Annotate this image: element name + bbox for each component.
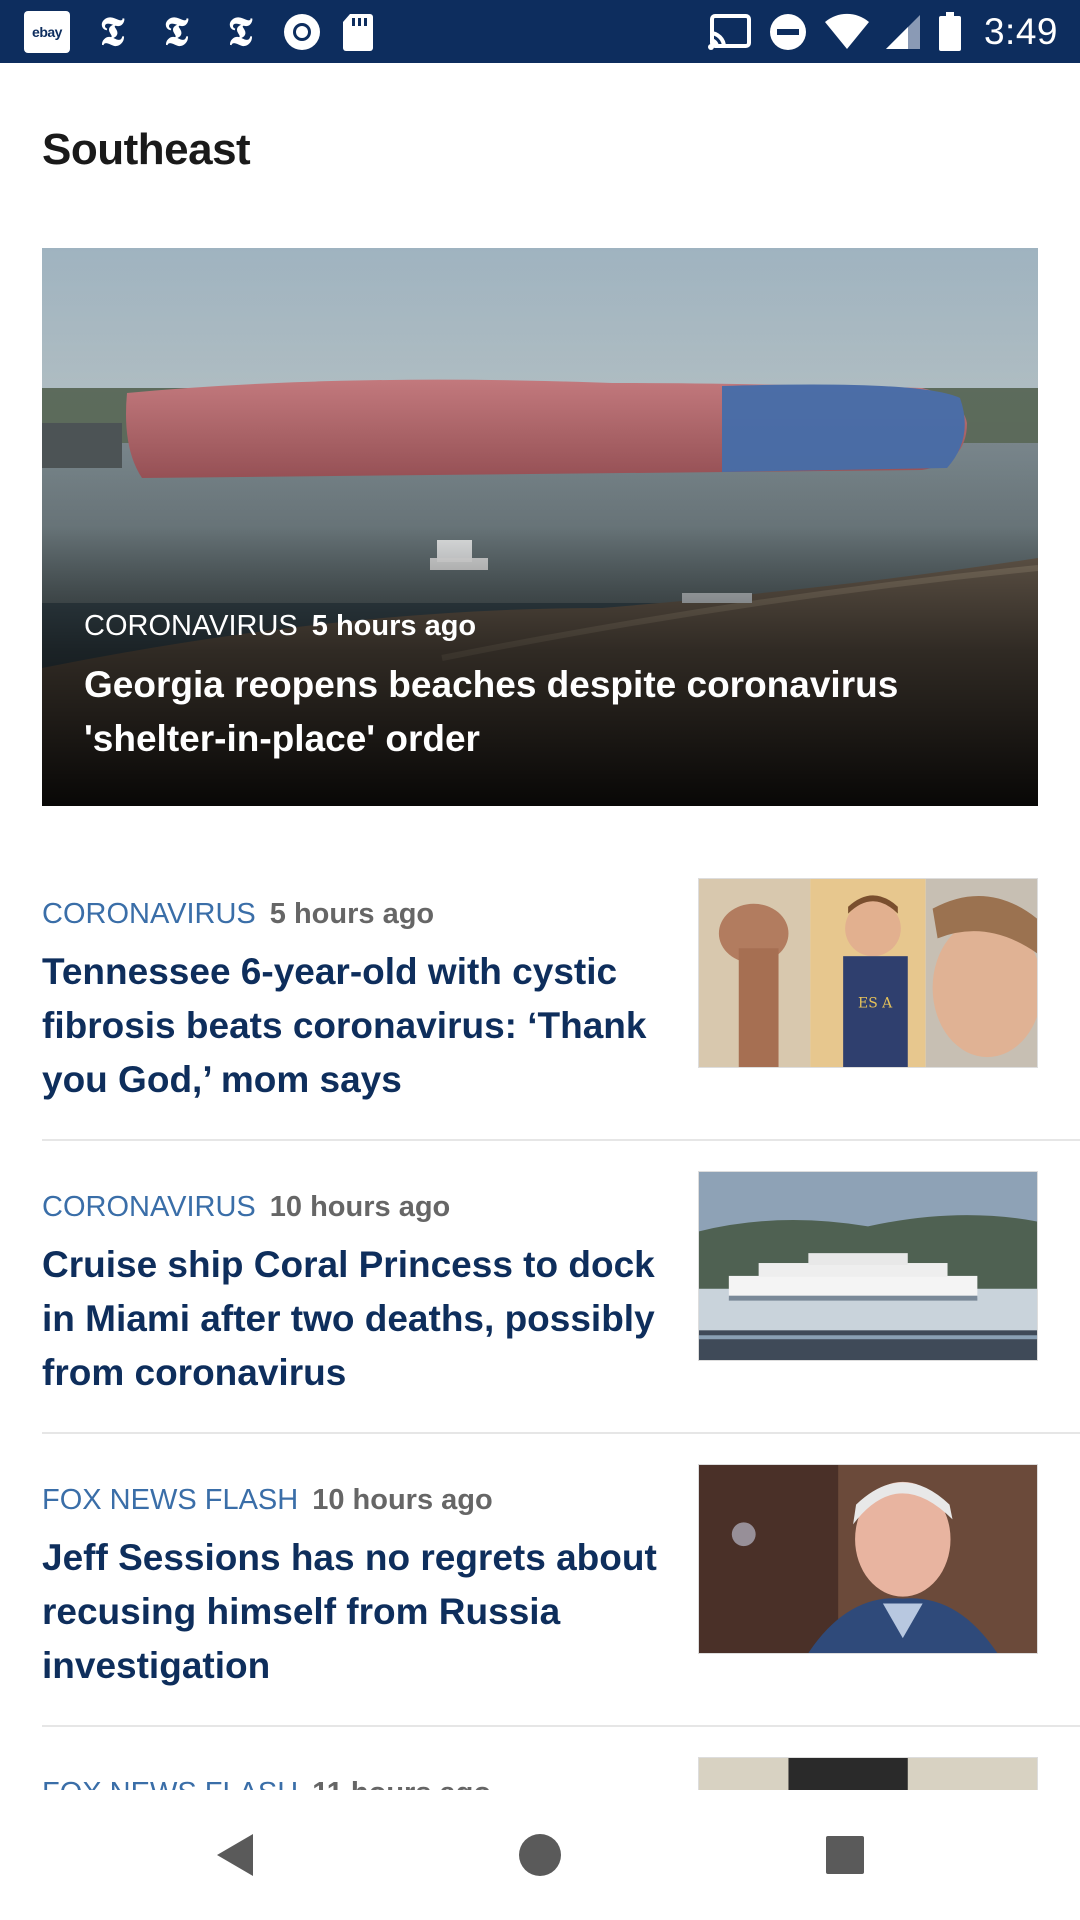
article-thumbnail[interactable] [698, 1464, 1038, 1654]
home-icon [519, 1834, 561, 1876]
record-icon [284, 14, 320, 50]
article-headline[interactable]: Jeff Sessions has no regrets about recus… [42, 1531, 662, 1693]
signal-icon [885, 15, 920, 49]
recents-icon [826, 1836, 864, 1874]
divider [42, 1139, 1080, 1141]
article-time: 10 hours ago [312, 1484, 493, 1516]
divider [42, 1725, 1080, 1727]
hero-category[interactable]: CORONAVIRUS [84, 610, 298, 643]
hero-time: 5 hours ago [311, 610, 477, 642]
article-text: CORONAVIRUS 5 hours ago Tennessee 6-year… [42, 898, 662, 1107]
back-button[interactable] [200, 1820, 270, 1890]
article-headline[interactable]: Cruise ship Coral Princess to dock in Mi… [42, 1238, 662, 1400]
battery-icon [938, 12, 961, 51]
notification-icons: ebay 𝕿 𝕿 𝕿 [24, 10, 374, 54]
home-button[interactable] [505, 1820, 575, 1890]
article-meta: FOX NEWS FLASH 10 hours ago [42, 1484, 662, 1517]
nyt-icon: 𝕿 [227, 8, 253, 55]
article-thumbnail[interactable] [698, 1171, 1038, 1361]
system-status-icons: 3:49 [707, 8, 1058, 56]
article-category[interactable]: CORONAVIRUS [42, 1191, 256, 1224]
child-collage-image: ES A [699, 879, 1037, 1067]
divider [42, 1432, 1080, 1434]
back-icon [217, 1834, 253, 1876]
hero-meta: CORONAVIRUS 5 hours ago [84, 610, 476, 643]
article-text: CORONAVIRUS 10 hours ago Cruise ship Cor… [42, 1191, 662, 1400]
cruise-ship-image [699, 1172, 1037, 1360]
cast-icon [707, 14, 751, 50]
navigation-bar [0, 1790, 1080, 1920]
article-time: 10 hours ago [269, 1191, 451, 1223]
article-meta: CORONAVIRUS 5 hours ago [42, 898, 662, 931]
hero-article[interactable]: CORONAVIRUS 5 hours ago Georgia reopens … [42, 248, 1038, 806]
article-category[interactable]: CORONAVIRUS [42, 898, 256, 931]
clock: 3:49 [983, 11, 1058, 52]
article-meta: CORONAVIRUS 10 hours ago [42, 1191, 662, 1224]
article-category[interactable]: FOX NEWS FLASH [42, 1484, 298, 1517]
wifi-icon [824, 13, 869, 49]
article-time: 5 hours ago [269, 898, 435, 930]
portrait-image [699, 1465, 1037, 1653]
article-text: FOX NEWS FLASH 10 hours ago Jeff Session… [42, 1484, 662, 1693]
page-title: Southeast [42, 125, 251, 174]
ebay-icon: ebay [24, 11, 70, 53]
sd-card-icon [343, 14, 373, 51]
status-bar: ebay 𝕿 𝕿 𝕿 3:49 [0, 0, 1080, 63]
do-not-disturb-icon [769, 14, 806, 50]
hero-headline[interactable]: Georgia reopens beaches despite coronavi… [84, 658, 944, 766]
article-headline[interactable]: Tennessee 6-year-old with cystic fibrosi… [42, 945, 662, 1107]
nyt-icon: 𝕿 [163, 8, 189, 55]
recents-button[interactable] [810, 1820, 880, 1890]
svg-text:ES A: ES A [858, 996, 893, 1012]
article-thumbnail[interactable]: ES A [698, 878, 1038, 1068]
nyt-icon: 𝕿 [99, 8, 125, 55]
